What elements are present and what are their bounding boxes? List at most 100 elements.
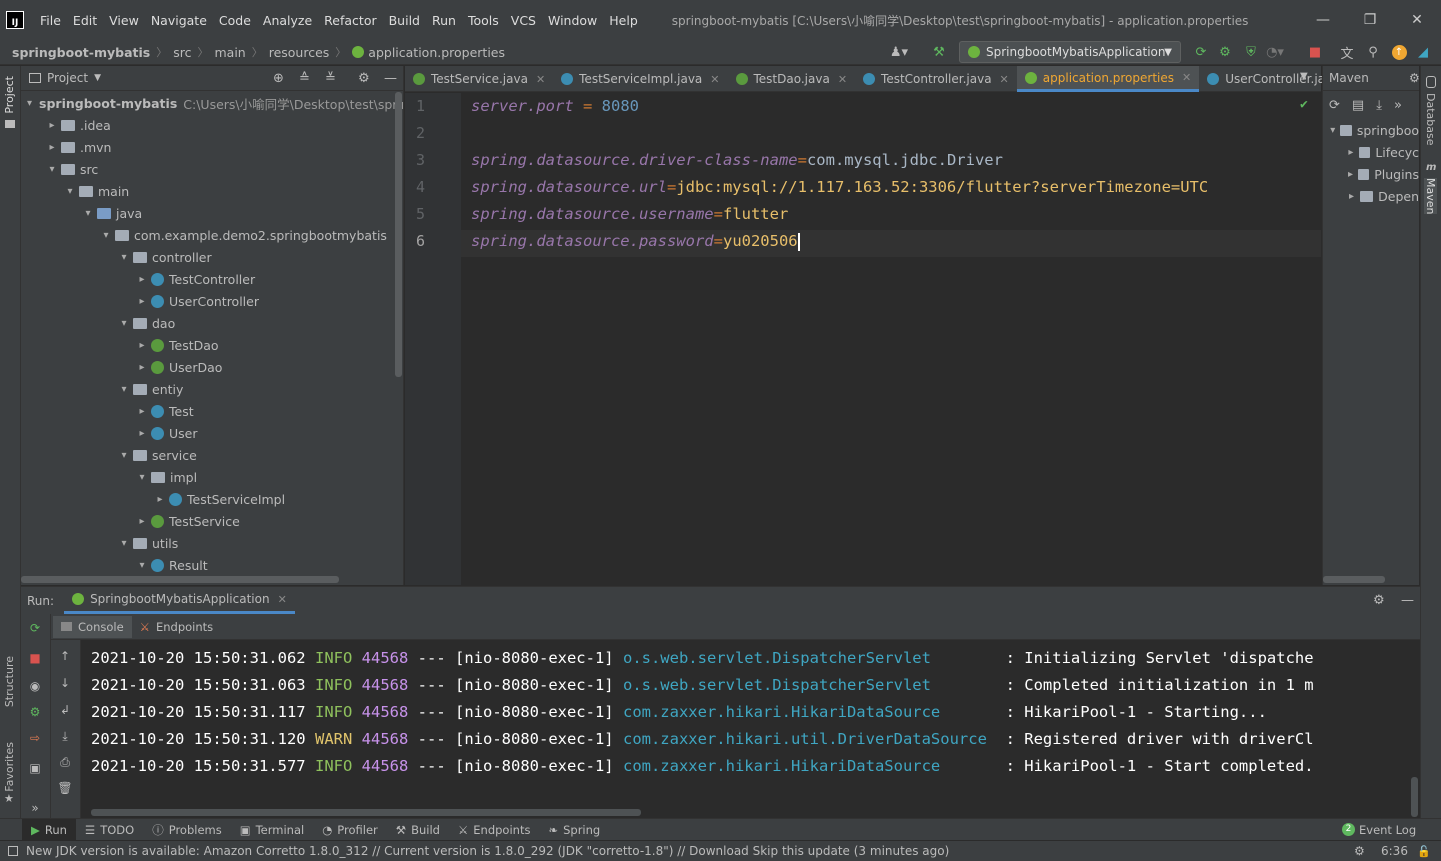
favorites-tool-button[interactable]: Favorites [3,742,16,792]
tool-button-spring[interactable]: ❧ Spring [539,819,609,841]
reload-icon[interactable]: ⟳ [1329,98,1340,113]
editor-tab[interactable]: TestDao.java ✕ [728,66,856,92]
close-window-icon[interactable]: ✕ [1394,0,1440,40]
chevron-down-icon[interactable]: ▼ [94,73,101,83]
settings-people-icon[interactable]: ⚙ [1354,844,1365,858]
scroll-to-end-icon[interactable]: ⤓ [57,728,73,744]
locate-target-icon[interactable]: ⊕ [273,71,284,86]
chevron-down-icon[interactable]: ▾ [1327,125,1338,136]
code-editor[interactable]: 1 2 3 4 5 6 server.port = 8080 spring.datasour… [405,93,1321,585]
tree-item[interactable]: ▾ src [21,158,403,180]
tree-item[interactable]: ▸ TestController [21,268,403,290]
close-tab-icon[interactable]: ✕ [1182,71,1191,84]
hide-panel-icon[interactable]: — [384,71,397,86]
more-chevron-icon[interactable]: » [1394,98,1402,113]
chevron-right-icon[interactable]: ▸ [45,142,59,153]
status-message[interactable]: New JDK version is available: Amazon Cor… [26,844,949,858]
tree-item[interactable]: ▸ .idea [21,114,403,136]
chevron-down-icon[interactable]: ▾ [99,230,113,241]
editor-tab[interactable]: TestServiceImpl.java ✕ [553,66,727,92]
close-tab-icon[interactable]: ✕ [838,73,847,86]
gear-icon[interactable]: ⚙ [1373,593,1385,608]
chevron-down-icon[interactable]: ▾ [45,164,59,175]
maven-tree-item[interactable]: ▸ Plugins [1323,163,1419,185]
horizontal-scrollbar[interactable] [21,576,339,583]
layout-icon[interactable]: ▣ [27,760,43,776]
tree-item[interactable]: ▸ TestDao [21,334,403,356]
more-tabs-chevron-icon[interactable]: ▼ [1300,71,1308,82]
chevron-right-icon[interactable]: ▸ [1345,191,1358,202]
run-configuration-select[interactable]: SpringbootMybatisApplication ▼ [959,41,1181,63]
tree-item[interactable]: ▾ Result [21,554,403,576]
tree-item[interactable]: ▸ TestServiceImpl [21,488,403,510]
rerun-icon[interactable]: ⟳ [1192,43,1210,61]
horizontal-scrollbar[interactable] [91,809,641,816]
close-tab-icon[interactable]: ✕ [536,73,545,86]
debug-bug-icon[interactable]: ⚙ [27,704,43,720]
menu-help[interactable]: Help [603,13,644,28]
chevron-right-icon[interactable]: ▸ [45,120,59,131]
add-maven-project-icon[interactable]: ▤ [1352,98,1364,113]
stop-icon[interactable]: ■ [27,650,43,666]
collapse-all-icon[interactable]: ≚ [325,71,336,86]
chevron-right-icon[interactable]: ▸ [135,296,149,307]
breadcrumb-main[interactable]: main [214,45,245,60]
editor-tab[interactable]: UserController.ja [1199,66,1333,92]
tree-item[interactable]: ▾ controller [21,246,403,268]
caret-position[interactable]: 6:36 [1381,844,1408,858]
tree-item[interactable]: ▾ dao [21,312,403,334]
code-line[interactable]: spring.datasource.username=flutter [471,205,788,223]
editor-tab[interactable]: application.properties ✕ [1016,66,1200,92]
chevron-right-icon[interactable]: ▸ [135,362,149,373]
gear-icon[interactable]: ⚙ [358,71,370,86]
maven-tree-item[interactable]: ▸ Depen [1323,185,1419,207]
chevron-right-icon[interactable]: ▸ [135,516,149,527]
exit-icon[interactable]: ⇨ [27,730,43,746]
breadcrumb-project[interactable]: springboot-mybatis [12,45,150,60]
tool-button-endpoints[interactable]: ⚔ Endpoints [449,819,540,841]
download-icon[interactable]: ⤓ [1376,98,1382,113]
maven-tree-item[interactable]: ▾ springboo [1323,119,1419,141]
editor-tab[interactable]: TestService.java ✕ [405,66,553,92]
code-line[interactable]: spring.datasource.url=jdbc:mysql://1.117… [471,178,1208,196]
chevron-right-icon[interactable]: ▸ [1345,169,1356,180]
menu-run[interactable]: Run [426,13,462,28]
minimize-window-icon[interactable]: — [1300,0,1346,40]
menu-tools[interactable]: Tools [462,13,505,28]
code-line[interactable]: server.port = 8080 [471,97,639,115]
restore-window-icon[interactable]: ❐ [1347,0,1393,40]
close-tab-icon[interactable]: ✕ [710,73,719,86]
tree-item[interactable]: ▸ User [21,422,403,444]
tool-button-problems[interactable]: ⓘ Problems [143,819,231,841]
coverage-icon[interactable]: ⛨ [1242,43,1260,61]
close-tab-icon[interactable]: ✕ [278,593,287,606]
breadcrumb-resources[interactable]: resources [269,45,330,60]
chevron-right-icon[interactable]: ▸ [135,406,149,417]
hide-panel-icon[interactable]: — [1401,593,1414,608]
breadcrumb-file[interactable]: application.properties [368,45,505,60]
arrow-down-icon[interactable]: ↓ [57,675,73,691]
chevron-down-icon[interactable]: ▾ [117,318,131,329]
update-icon[interactable]: ↑ [1390,43,1408,61]
menu-analyze[interactable]: Analyze [257,13,318,28]
menu-file[interactable]: File [34,13,67,28]
chevron-down-icon[interactable]: ▾ [81,208,95,219]
run-tab-springboot[interactable]: SpringbootMybatisApplication ✕ [64,587,295,614]
menu-build[interactable]: Build [383,13,426,28]
close-tab-icon[interactable]: ✕ [1000,73,1009,86]
chevron-right-icon[interactable]: ▸ [135,428,149,439]
maven-tool-button[interactable]: Maven [1424,178,1437,215]
database-tool-button[interactable]: Database [1424,93,1437,146]
code-line[interactable]: spring.datasource.driver-class-name=com.… [471,151,1003,169]
maven-tree-item[interactable]: ▸ Lifecyc [1323,141,1419,163]
menu-vcs[interactable]: VCS [505,13,542,28]
menu-code[interactable]: Code [213,13,257,28]
lock-icon[interactable]: 🔓 [1417,845,1431,858]
project-tool-button[interactable]: Project [3,76,16,114]
tool-button-build[interactable]: ⚒ Build [387,819,449,841]
chevron-down-icon[interactable]: ▾ [117,252,131,263]
trash-icon[interactable]: 🗑 [57,780,73,796]
soft-wrap-icon[interactable]: ↲ [57,702,73,718]
tree-item[interactable]: ▸ UserController [21,290,403,312]
status-toggle-icon[interactable] [8,846,18,856]
